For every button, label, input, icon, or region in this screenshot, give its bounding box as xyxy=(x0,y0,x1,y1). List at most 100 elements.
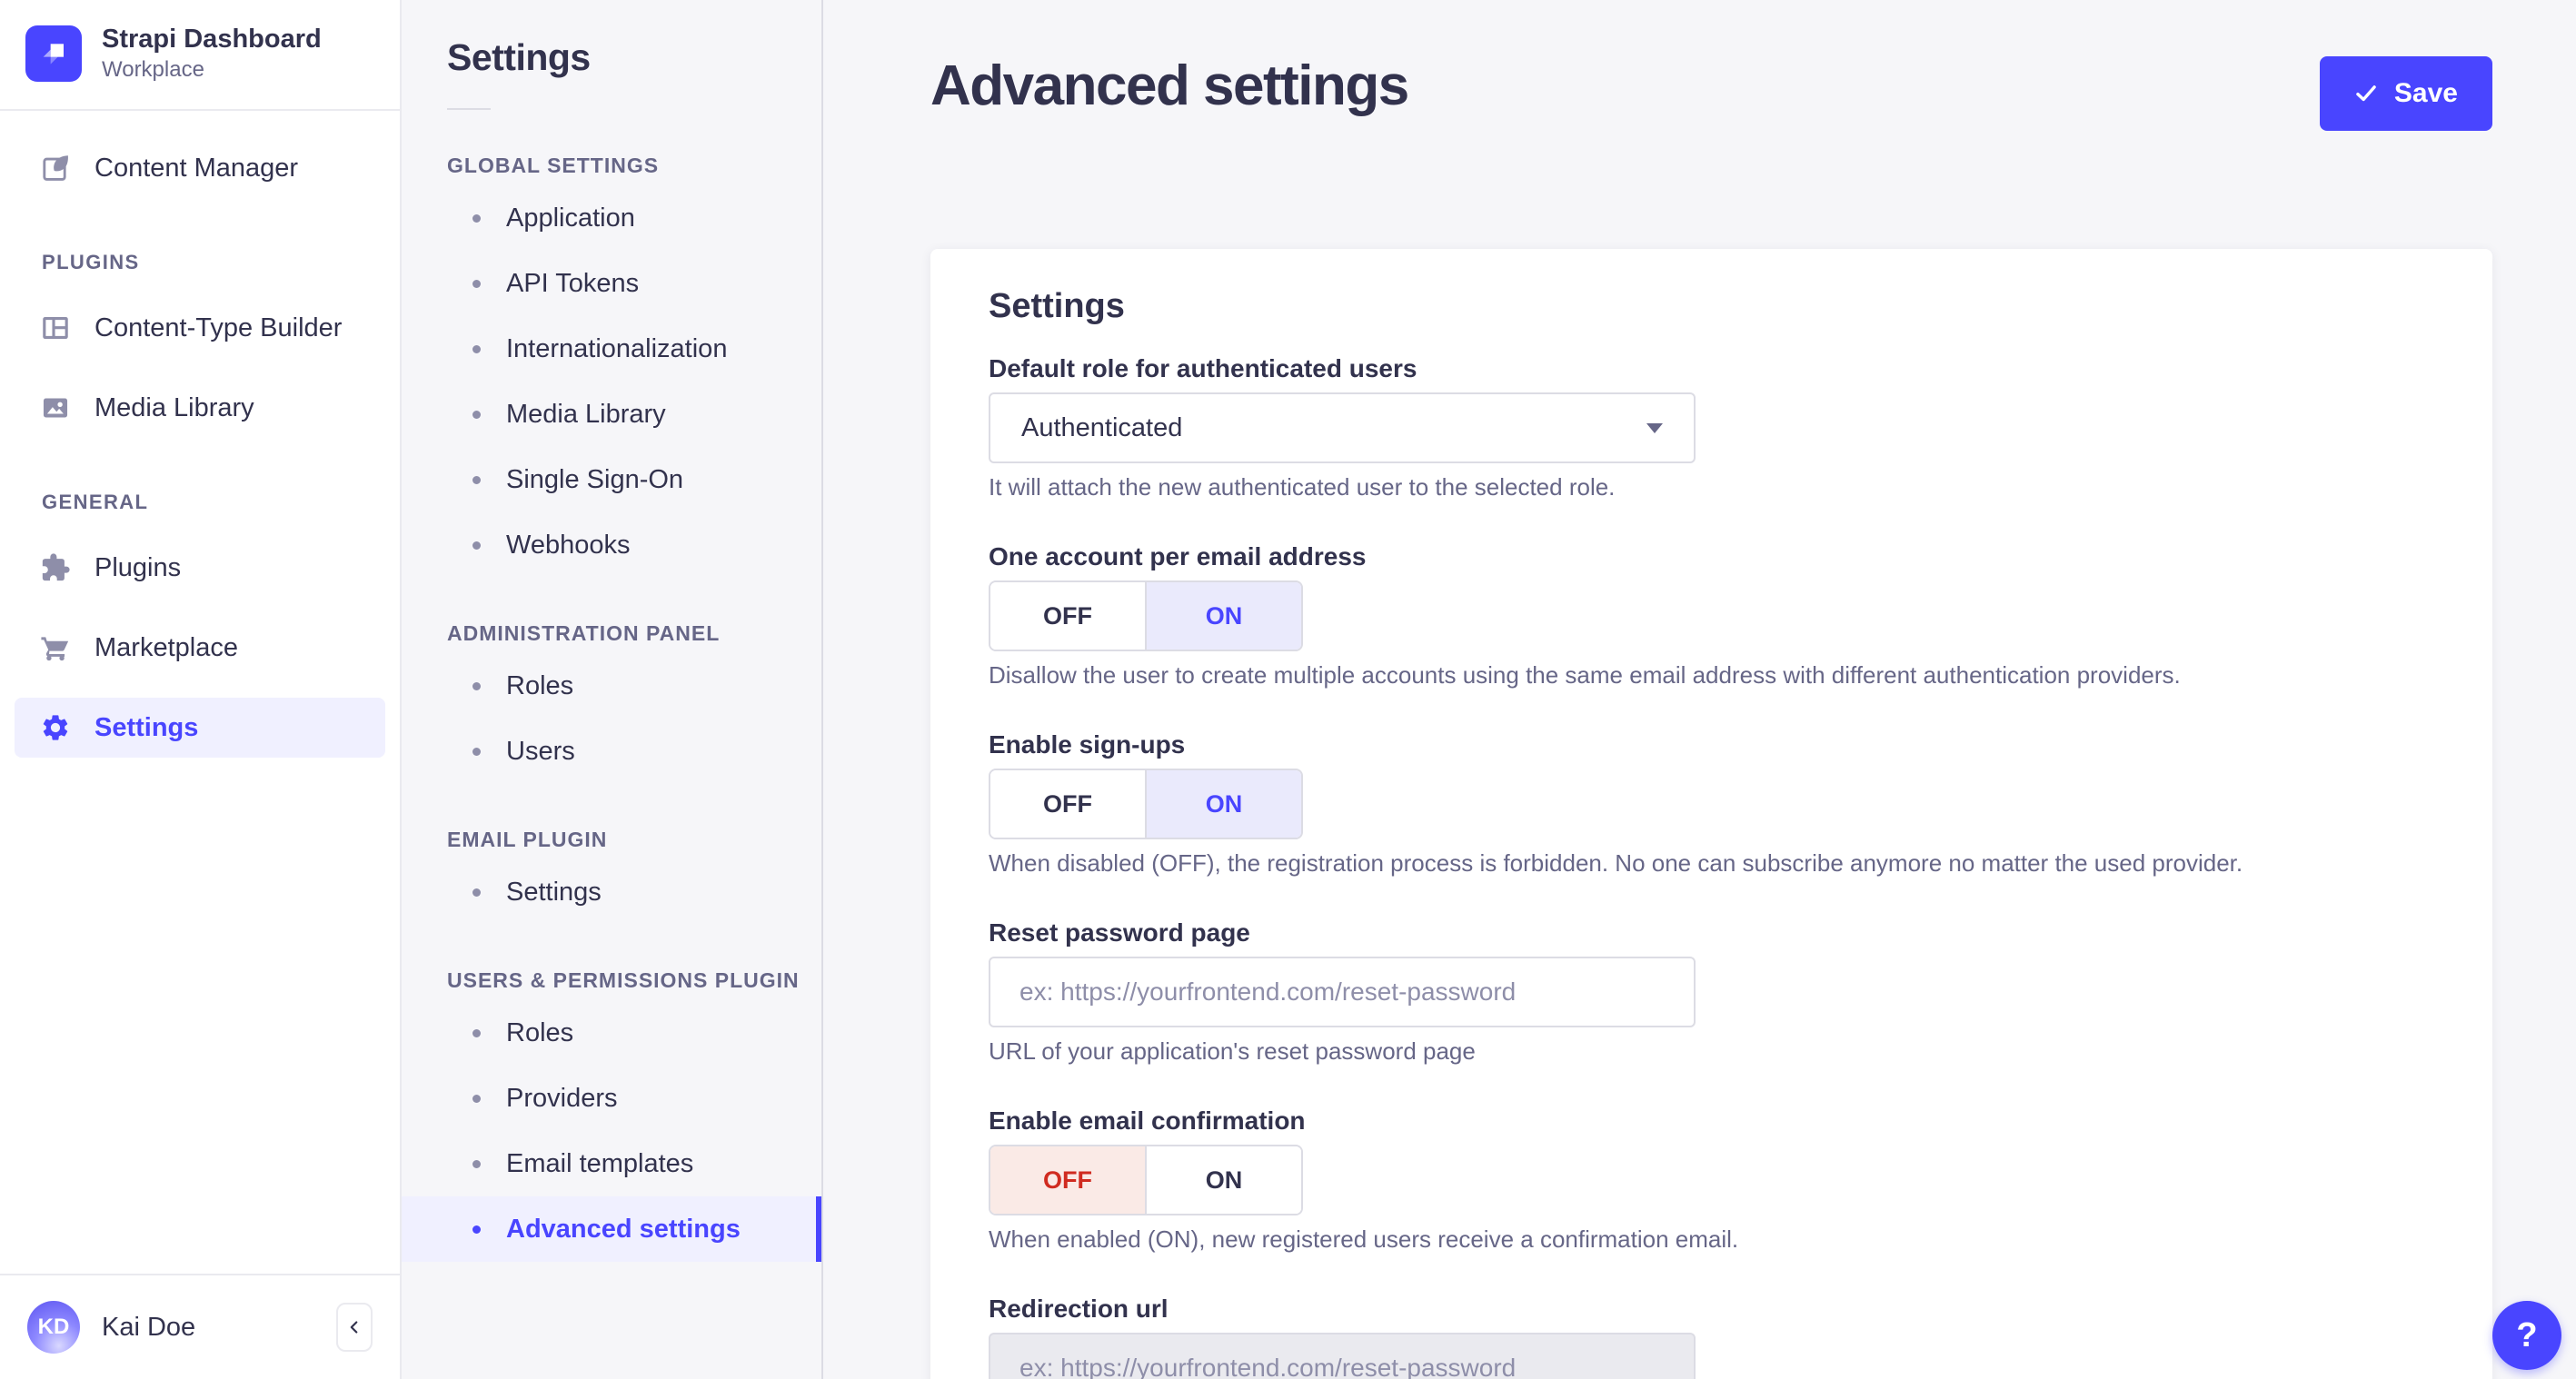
reset-password-input[interactable] xyxy=(989,957,1696,1027)
field-one-account: One account per email address OFF ON Dis… xyxy=(989,542,2434,690)
sidebar-item-label: Content-Type Builder xyxy=(94,313,343,342)
pen-square-icon xyxy=(40,153,71,184)
submenu-item-label: API Tokens xyxy=(506,268,640,298)
one-account-toggle-off[interactable]: OFF xyxy=(990,582,1145,650)
help-button[interactable]: ? xyxy=(2492,1301,2561,1370)
enable-signups-toggle-on[interactable]: ON xyxy=(1145,770,1301,838)
bullet-icon xyxy=(472,888,481,897)
field-default-role: Default role for authenticated users Aut… xyxy=(989,354,2434,501)
submenu-item-media-library[interactable]: Media Library xyxy=(402,382,821,447)
sidebar-item-label: Settings xyxy=(94,712,199,742)
submenu-item-label: Settings xyxy=(506,877,602,907)
bullet-icon xyxy=(472,410,481,419)
submenu-item-api-tokens[interactable]: API Tokens xyxy=(402,251,821,316)
submenu-section-global-settings: GLOBAL SETTINGS xyxy=(447,154,660,177)
submenu-item-label: Email templates xyxy=(506,1148,694,1178)
picture-icon xyxy=(40,392,71,423)
puzzle-icon xyxy=(40,552,71,583)
default-role-label: Default role for authenticated users xyxy=(989,354,1417,382)
main-sidebar: Strapi Dashboard Workplace Content Manag… xyxy=(0,0,402,1379)
sidebar-item-content-manager[interactable]: Content Manager xyxy=(15,138,385,198)
submenu-item-label: Advanced settings xyxy=(506,1214,741,1244)
field-reset-password: Reset password page URL of your applicat… xyxy=(989,918,2434,1066)
submenu-item-up-roles[interactable]: Roles xyxy=(402,1000,821,1066)
email-confirmation-label: Enable email confirmation xyxy=(989,1106,1306,1135)
enable-signups-hint: When disabled (OFF), the registration pr… xyxy=(989,849,2243,877)
field-email-confirmation: Enable email confirmation OFF ON When en… xyxy=(989,1106,2434,1254)
submenu-item-label: Application xyxy=(506,203,635,233)
cart-icon xyxy=(40,632,71,663)
check-icon xyxy=(2354,82,2378,105)
sidebar-item-label: Marketplace xyxy=(94,632,238,662)
submenu-item-label: Single Sign-On xyxy=(506,464,684,494)
submenu-item-label: Users xyxy=(506,736,575,766)
brand[interactable]: Strapi Dashboard Workplace xyxy=(0,0,400,109)
one-account-label: One account per email address xyxy=(989,542,1367,570)
sidebar-item-content-type-builder[interactable]: Content-Type Builder xyxy=(15,298,385,358)
submenu-item-up-advanced-settings[interactable]: Advanced settings xyxy=(402,1196,821,1262)
bullet-icon xyxy=(472,747,481,756)
email-confirmation-toggle: OFF ON xyxy=(989,1145,1303,1215)
bullet-icon xyxy=(472,681,481,690)
submenu-item-label: Providers xyxy=(506,1083,618,1113)
submenu-item-admin-roles[interactable]: Roles xyxy=(402,653,821,719)
submenu-title: Settings xyxy=(447,36,591,78)
bullet-icon xyxy=(472,1225,481,1234)
avatar[interactable]: KD xyxy=(27,1301,80,1354)
redirection-url-input xyxy=(989,1333,1696,1379)
sidebar-item-plugins[interactable]: Plugins xyxy=(15,538,385,598)
bullet-icon xyxy=(472,344,481,353)
submenu-item-email-settings[interactable]: Settings xyxy=(402,859,821,925)
sidebar-section-plugins: PLUGINS xyxy=(42,251,140,273)
sidebar-section-general: GENERAL xyxy=(42,491,149,513)
submenu-item-up-providers[interactable]: Providers xyxy=(402,1066,821,1131)
submenu-item-label: Webhooks xyxy=(506,530,631,560)
enable-signups-toggle: OFF ON xyxy=(989,769,1303,839)
enable-signups-label: Enable sign-ups xyxy=(989,730,1186,759)
sidebar-item-label: Content Manager xyxy=(94,153,299,183)
sidebar-item-settings[interactable]: Settings xyxy=(15,698,385,758)
sidebar-item-marketplace[interactable]: Marketplace xyxy=(15,618,385,678)
reset-password-label: Reset password page xyxy=(989,918,1250,947)
app-title: Strapi Dashboard xyxy=(102,25,322,54)
settings-card: Settings Default role for authenticated … xyxy=(930,249,2492,1379)
settings-submenu: Settings GLOBAL SETTINGS Application API… xyxy=(402,0,823,1379)
bullet-icon xyxy=(472,541,481,550)
one-account-toggle: OFF ON xyxy=(989,580,1303,651)
submenu-item-label: Roles xyxy=(506,670,574,700)
submenu-section-administration-panel: ADMINISTRATION PANEL xyxy=(447,621,721,645)
gear-icon xyxy=(40,712,71,743)
sidebar-nav: Content Manager PLUGINS Content-Type Bui… xyxy=(0,111,400,778)
save-button-label: Save xyxy=(2393,78,2458,108)
email-confirmation-toggle-off[interactable]: OFF xyxy=(990,1146,1145,1214)
submenu-item-application[interactable]: Application xyxy=(402,185,821,251)
submenu-section-users-permissions-plugin: USERS & PERMISSIONS PLUGIN xyxy=(447,968,800,992)
default-role-select[interactable]: Authenticated xyxy=(989,392,1696,463)
save-button[interactable]: Save xyxy=(2319,56,2492,131)
bullet-icon xyxy=(472,1159,481,1168)
page-title: Advanced settings xyxy=(930,55,1409,117)
sidebar-item-media-library[interactable]: Media Library xyxy=(15,378,385,438)
bullet-icon xyxy=(472,213,481,223)
reset-password-hint: URL of your application's reset password… xyxy=(989,1037,1476,1065)
strapi-logo-icon xyxy=(25,25,82,82)
submenu-item-admin-users[interactable]: Users xyxy=(402,719,821,784)
submenu-item-webhooks[interactable]: Webhooks xyxy=(402,512,821,578)
sidebar-footer: KD Kai Doe xyxy=(0,1274,400,1379)
collapse-sidebar-button[interactable] xyxy=(336,1303,373,1352)
card-title: Settings xyxy=(989,287,1125,325)
one-account-hint: Disallow the user to create multiple acc… xyxy=(989,661,2181,689)
workspace-name: Workplace xyxy=(102,57,204,82)
submenu-item-internationalization[interactable]: Internationalization xyxy=(402,316,821,382)
one-account-toggle-on[interactable]: ON xyxy=(1145,582,1301,650)
email-confirmation-toggle-on[interactable]: ON xyxy=(1145,1146,1301,1214)
main-content: Advanced settings Save Settings Default … xyxy=(823,0,2576,1379)
submenu-section-email-plugin: EMAIL PLUGIN xyxy=(447,828,608,851)
email-confirmation-hint: When enabled (ON), new registered users … xyxy=(989,1225,1739,1253)
user-name: Kai Doe xyxy=(102,1312,196,1342)
enable-signups-toggle-off[interactable]: OFF xyxy=(990,770,1145,838)
submenu-item-up-email-templates[interactable]: Email templates xyxy=(402,1131,821,1196)
sidebar-item-label: Media Library xyxy=(94,392,254,422)
field-redirection-url: Redirection url xyxy=(989,1295,2434,1379)
submenu-item-single-sign-on[interactable]: Single Sign-On xyxy=(402,447,821,512)
